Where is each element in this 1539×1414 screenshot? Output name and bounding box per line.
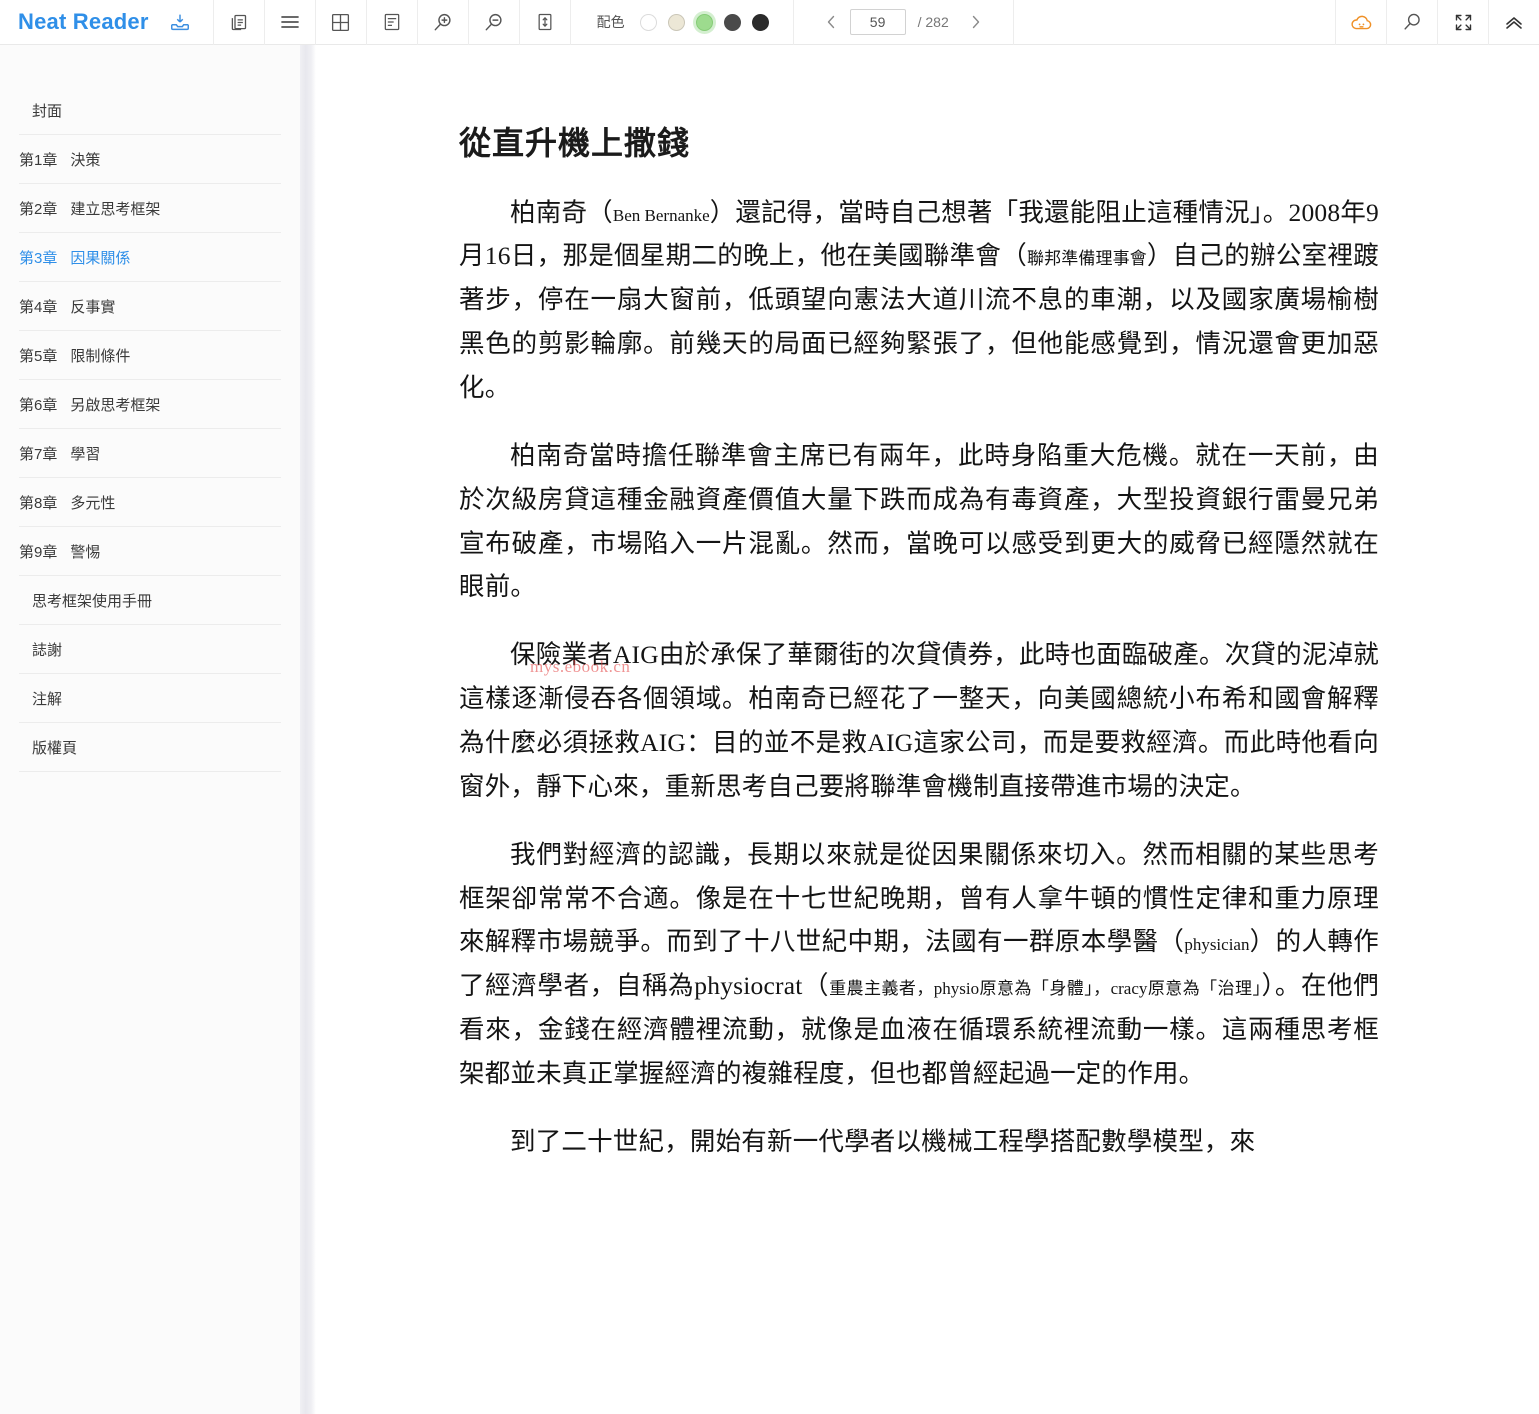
sidebar-item-notes[interactable]: 注解 — [19, 674, 281, 723]
toc-num: 第7章 — [19, 445, 58, 463]
cloud-sync-icon[interactable] — [1336, 0, 1386, 45]
search-button[interactable] — [1387, 0, 1438, 45]
inline-annotation: 聯邦準備理事會 — [1027, 249, 1147, 269]
theme-swatch-black[interactable] — [751, 13, 769, 31]
zoom-in-button[interactable] — [418, 0, 469, 45]
toolbar-right-group — [1335, 0, 1539, 45]
page-title: 從直升機上撒錢 — [459, 125, 691, 161]
sidebar-item-acknowledgments[interactable]: 誌謝 — [19, 625, 281, 674]
body-text-run: 柏南奇當時擔任聯準會主席已有兩年，此時身陷重大危機。就在一天前，由於次級房貸這種… — [459, 440, 1379, 602]
sidebar-item-chapter-3[interactable]: 第3章 因果關係 — [19, 233, 281, 282]
toc-label: 決策 — [70, 151, 101, 169]
page-total-label: / 282 — [917, 14, 949, 30]
toc-label: 思考框架使用手冊 — [32, 592, 153, 610]
sidebar-item-handbook[interactable]: 思考框架使用手冊 — [19, 576, 281, 625]
sidebar-item-chapter-4[interactable]: 第4章 反事實 — [19, 282, 281, 331]
previous-page-button[interactable] — [816, 3, 846, 41]
sidebar-toc-panel: 封面 第1章 決策 第2章 建立思考框架 第3章 因果關係 第4章 反事實 第5章 限制條… — [0, 45, 300, 1414]
inline-annotation: Ben Bernanke — [612, 205, 710, 225]
toc-label: 封面 — [32, 102, 63, 120]
toc-list: 封面 第1章 決策 第2章 建立思考框架 第3章 因果關係 第4章 反事實 第5章 限制條… — [0, 86, 300, 772]
theme-swatch-green[interactable] — [695, 13, 713, 31]
copy-button[interactable] — [214, 0, 265, 45]
page-navigator: 59 / 282 — [794, 0, 1014, 45]
brand-group: Neat Reader — [0, 0, 214, 45]
sidebar-item-chapter-6[interactable]: 第6章 另啟思考框架 — [19, 380, 281, 429]
reader-content-pane[interactable]: 從直升機上撒錢 柏南奇（Ben Bernanke）還記得，當時自己想著「我還能阻… — [316, 45, 1539, 1414]
sidebar-item-chapter-2[interactable]: 第2章 建立思考框架 — [19, 184, 281, 233]
body-text-run: 柏南奇（ — [510, 197, 613, 227]
paragraph-2: 柏南奇當時擔任聯準會主席已有兩年，此時身陷重大危機。就在一天前，由於次級房貸這種… — [459, 434, 1379, 609]
notes-button[interactable] — [367, 0, 418, 45]
color-theme-label: 配色 — [596, 14, 625, 30]
toc-label: 多元性 — [70, 494, 116, 512]
grid-layout-button[interactable] — [316, 0, 367, 45]
body-text-run: 到了二十世紀，開始有新一代學者以機械工程學搭配數學模型，來 — [510, 1126, 1256, 1156]
body-text-run: 保險業者AIG由於承保了華爾街的次貸債券，此時也面臨破產。次貸的泥淖就這樣逐漸侵… — [459, 640, 1379, 801]
collapse-toolbar-icon[interactable] — [1489, 0, 1539, 45]
fullscreen-button[interactable] — [1438, 0, 1489, 45]
toc-label: 因果關係 — [70, 249, 131, 267]
fullscreen-icon[interactable] — [1438, 0, 1488, 45]
line-height-button[interactable] — [520, 0, 571, 45]
toc-num: 第1章 — [19, 151, 58, 169]
toc-label: 警惕 — [70, 543, 101, 561]
copy-icon[interactable] — [214, 0, 264, 45]
toc-label: 反事實 — [70, 298, 116, 316]
toc-list-button[interactable] — [265, 0, 316, 45]
grid-layout-icon[interactable] — [316, 0, 366, 45]
theme-swatch-sepia[interactable] — [667, 13, 685, 31]
toc-num: 第2章 — [19, 200, 58, 218]
toc-num: 第9章 — [19, 543, 58, 561]
toc-label: 另啟思考框架 — [70, 396, 161, 414]
toc-label: 學習 — [70, 445, 101, 463]
top-toolbar: Neat Reader 配色 59 / 282 — [0, 0, 1539, 45]
toc-num: 第8章 — [19, 494, 58, 512]
toc-num: 第3章 — [19, 249, 58, 267]
zoom-out-icon[interactable] — [469, 0, 519, 45]
toc-label: 限制條件 — [70, 347, 131, 365]
next-page-button[interactable] — [961, 3, 991, 41]
collapse-toolbar-button[interactable] — [1489, 0, 1539, 45]
sidebar-item-chapter-9[interactable]: 第9章 警惕 — [19, 527, 281, 576]
sidebar-item-chapter-7[interactable]: 第7章 學習 — [19, 429, 281, 478]
toc-label: 建立思考框架 — [70, 200, 161, 218]
toc-num: 第5章 — [19, 347, 58, 365]
sidebar-item-chapter-8[interactable]: 第8章 多元性 — [19, 478, 281, 527]
color-theme-group: 配色 — [571, 0, 794, 45]
sidebar-item-copyright[interactable]: 版權頁 — [19, 723, 281, 772]
inline-annotation: physician — [1184, 935, 1250, 955]
toc-list-icon[interactable] — [265, 0, 315, 45]
toc-label: 注解 — [32, 690, 63, 708]
sidebar-resize-divider[interactable] — [300, 45, 316, 1414]
theme-swatch-gray[interactable] — [723, 13, 741, 31]
toc-label: 版權頁 — [32, 739, 78, 757]
toc-label: 誌謝 — [32, 641, 63, 659]
sidebar-item-chapter-5[interactable]: 第5章 限制條件 — [19, 331, 281, 380]
paragraph-3: 保險業者AIG由於承保了華爾街的次貸債券，此時也面臨破產。次貸的泥淖就這樣逐漸侵… — [459, 633, 1379, 808]
search-icon[interactable] — [1387, 0, 1437, 45]
paragraph-1: 柏南奇（Ben Bernanke）還記得，當時自己想著「我還能阻止這種情況」。2… — [459, 191, 1379, 410]
save-to-library-icon[interactable] — [163, 0, 197, 45]
line-height-icon[interactable] — [520, 0, 570, 45]
cloud-sync-button[interactable] — [1335, 0, 1387, 45]
zoom-out-button[interactable] — [469, 0, 520, 45]
zoom-in-icon[interactable] — [418, 0, 468, 45]
paragraph-4: 我們對經濟的認識，長期以來就是從因果關係來切入。然而相關的某些思考框架卻常常不合… — [459, 833, 1379, 1096]
page-number-input[interactable]: 59 — [849, 9, 906, 35]
inline-annotation: 重農主義者，physio原意為「身體」，cracy原意為「治理」 — [829, 979, 1262, 999]
sidebar-item-cover[interactable]: 封面 — [19, 86, 281, 135]
toc-num: 第6章 — [19, 396, 58, 414]
book-page: 從直升機上撒錢 柏南奇（Ben Bernanke）還記得，當時自己想著「我還能阻… — [316, 45, 1539, 1164]
theme-swatch-white[interactable] — [639, 13, 657, 31]
paragraph-5: 到了二十世紀，開始有新一代學者以機械工程學搭配數學模型，來 — [459, 1120, 1379, 1164]
app-brand: Neat Reader — [18, 9, 149, 34]
notes-icon[interactable] — [367, 0, 417, 45]
sidebar-item-chapter-1[interactable]: 第1章 決策 — [19, 135, 281, 184]
toc-num: 第4章 — [19, 298, 58, 316]
